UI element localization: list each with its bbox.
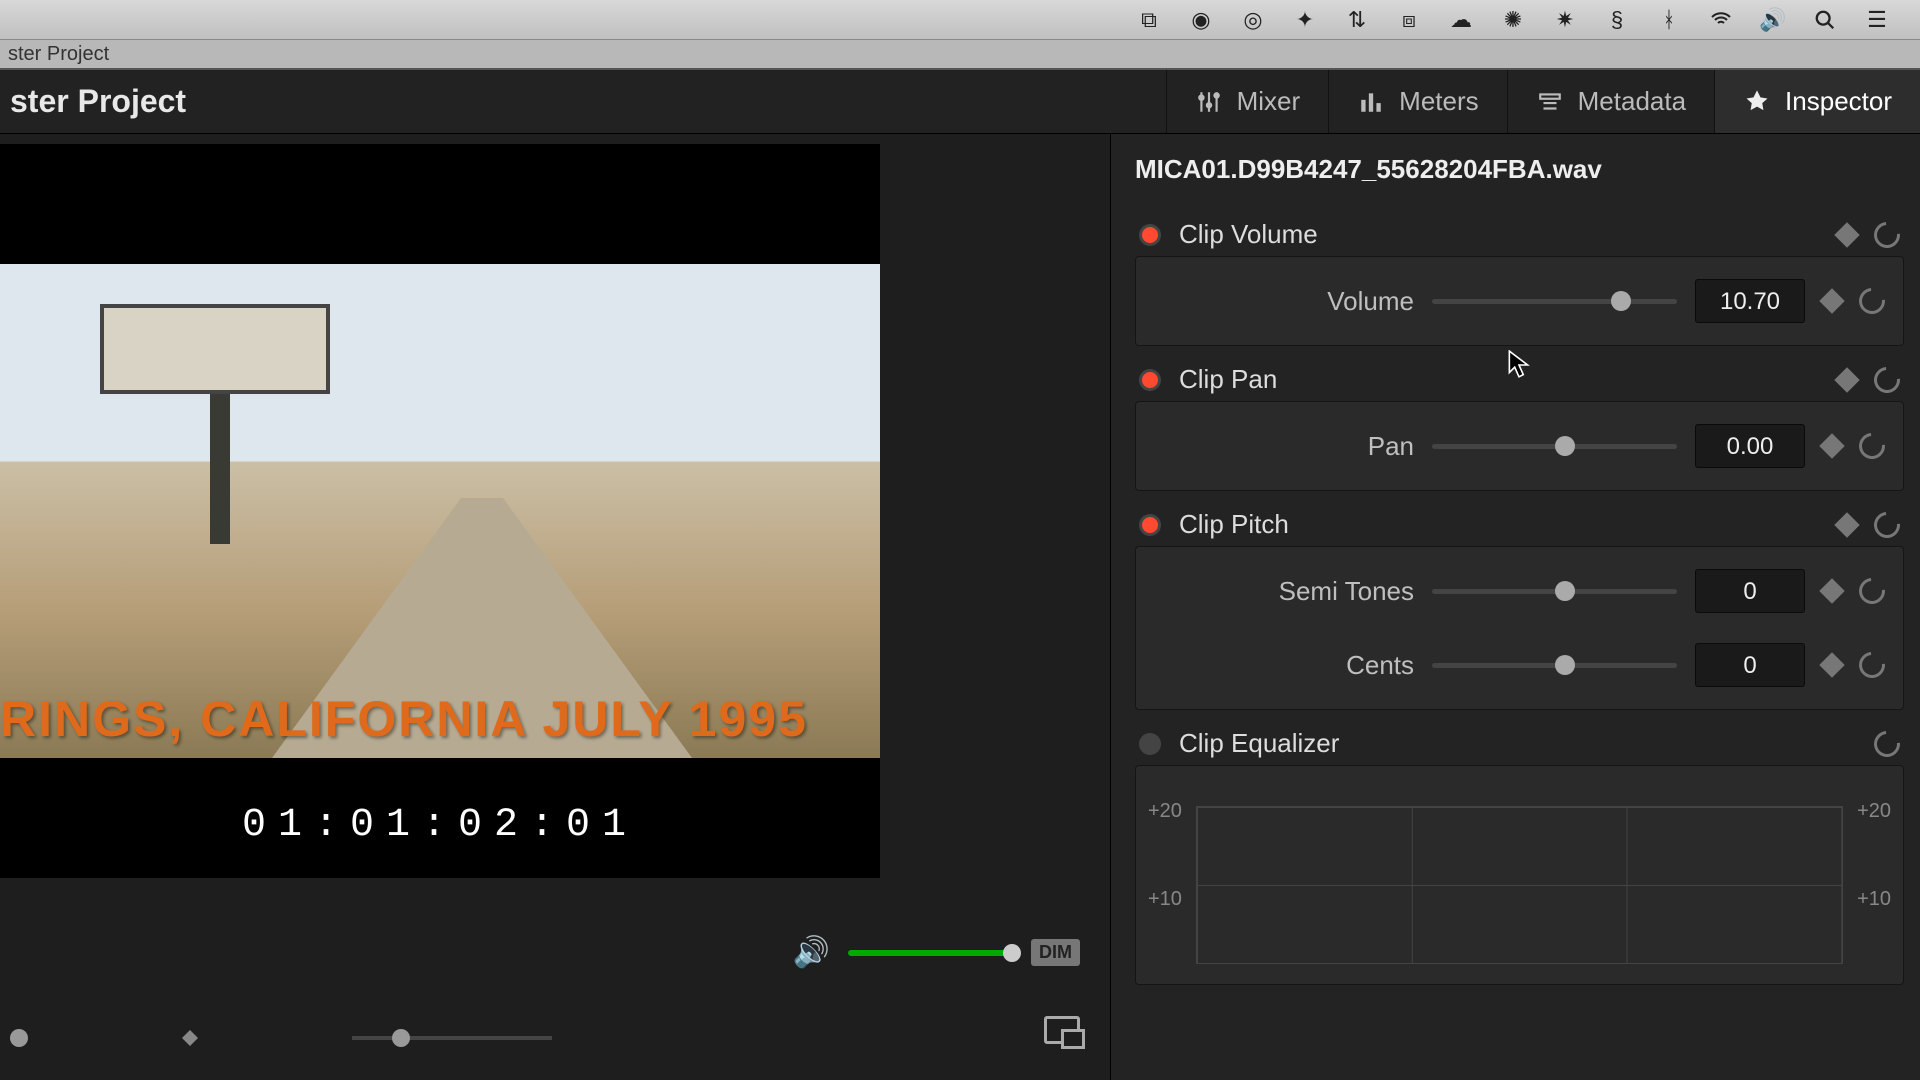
eq-label-p10-right: +10 (1857, 888, 1891, 911)
record-icon[interactable]: ⧉ (1136, 7, 1162, 33)
tab-mixer-label: Mixer (1237, 86, 1301, 117)
section-clip-equalizer: Clip Equalizer +20 +10 +20 +10 (1135, 722, 1904, 985)
volume-reset-icon[interactable] (1854, 283, 1891, 320)
section-clip-pan: Clip Pan Pan 0.00 (1135, 358, 1904, 491)
tab-metadata[interactable]: Metadata (1507, 70, 1714, 133)
clip-filename: MICA01.D99B4247_55628204FBA.wav (1135, 154, 1904, 185)
clip-volume-reset-icon[interactable] (1869, 216, 1906, 253)
semi-tones-slider[interactable] (1432, 589, 1677, 594)
tab-meters-label: Meters (1399, 86, 1478, 117)
pan-keyframe-icon[interactable] (1819, 433, 1844, 458)
script-icon[interactable]: § (1604, 7, 1630, 33)
tab-mixer[interactable]: Mixer (1166, 70, 1329, 133)
topbar-tabs: Mixer Meters Metadata Inspector (1166, 70, 1920, 133)
eq-label-p10-left: +10 (1148, 888, 1182, 911)
sliders-icon[interactable]: ⇅ (1344, 7, 1370, 33)
clip-volume-enable-toggle[interactable] (1139, 224, 1161, 246)
dropbox-icon[interactable]: ⧈ (1396, 7, 1422, 33)
timecode-display: 01:01:02:01 (0, 803, 880, 848)
window-title: ster Project (8, 43, 109, 66)
tab-metadata-label: Metadata (1578, 86, 1686, 117)
tab-inspector[interactable]: Inspector (1714, 70, 1920, 133)
window-titlebar: ster Project (0, 40, 1920, 70)
pan-slider[interactable] (1432, 444, 1677, 449)
section-clip-pitch: Clip Pitch Semi Tones 0 Cents 0 (1135, 503, 1904, 710)
project-title: ster Project (0, 83, 1166, 120)
speaker-icon[interactable]: 🔊 (793, 935, 830, 970)
cents-slider[interactable] (1432, 663, 1677, 668)
ladybug-icon[interactable]: ✺ (1500, 7, 1526, 33)
meters-icon (1357, 88, 1385, 116)
section-clip-volume: Clip Volume Volume 10.70 (1135, 213, 1904, 346)
param-semi-tones: Semi Tones 0 (1154, 569, 1885, 613)
cloud-upload-icon[interactable]: ☁ (1448, 7, 1474, 33)
menu-icon[interactable]: ☰ (1864, 7, 1890, 33)
pan-reset-icon[interactable] (1854, 428, 1891, 465)
zoom-slider[interactable] (352, 1036, 552, 1040)
app-topbar: ster Project Mixer Meters Metadata Inspe… (0, 70, 1920, 134)
timeline-zoom-controls (0, 1026, 1110, 1050)
volume-slider[interactable] (1432, 299, 1677, 304)
cents-label: Cents (1154, 650, 1414, 681)
compass-icon[interactable]: ✷ (1552, 7, 1578, 33)
clip-pitch-keyframe-icon[interactable] (1834, 512, 1859, 537)
workspace: RINGS, CALIFORNIA JULY 1995 01:01:02:01 … (0, 134, 1920, 1080)
clip-pitch-enable-toggle[interactable] (1139, 514, 1161, 536)
clip-pitch-reset-icon[interactable] (1869, 506, 1906, 543)
clip-pitch-title: Clip Pitch (1179, 509, 1289, 540)
param-pan: Pan 0.00 (1154, 424, 1885, 468)
clip-volume-keyframe-icon[interactable] (1834, 222, 1859, 247)
cents-keyframe-icon[interactable] (1819, 652, 1844, 677)
clip-pan-keyframe-icon[interactable] (1834, 367, 1859, 392)
video-frame: RINGS, CALIFORNIA JULY 1995 (0, 264, 880, 758)
volume-value[interactable]: 10.70 (1695, 279, 1805, 323)
inspector-panel: MICA01.D99B4247_55628204FBA.wav Clip Vol… (1110, 134, 1920, 1080)
bluetooth-icon[interactable]: ᚼ (1656, 7, 1682, 33)
clip-eq-reset-icon[interactable] (1869, 725, 1906, 762)
clip-pan-enable-toggle[interactable] (1139, 369, 1161, 391)
clip-volume-title: Clip Volume (1179, 219, 1318, 250)
tab-inspector-label: Inspector (1785, 86, 1892, 117)
viewer-pane: RINGS, CALIFORNIA JULY 1995 01:01:02:01 … (0, 134, 1110, 1080)
volume-label: Volume (1154, 286, 1414, 317)
pan-value[interactable]: 0.00 (1695, 424, 1805, 468)
volume-icon[interactable]: 🔊 (1760, 7, 1786, 33)
cents-value[interactable]: 0 (1695, 643, 1805, 687)
burned-caption: RINGS, CALIFORNIA JULY 1995 (0, 690, 808, 748)
inspector-icon (1743, 88, 1771, 116)
cents-reset-icon[interactable] (1854, 647, 1891, 684)
marker-nav-icon[interactable] (178, 1026, 202, 1050)
param-cents: Cents 0 (1154, 643, 1885, 687)
param-volume: Volume 10.70 (1154, 279, 1885, 323)
eq-label-p20-right: +20 (1857, 800, 1891, 823)
semi-tones-value[interactable]: 0 (1695, 569, 1805, 613)
zoom-knob-a[interactable] (10, 1029, 28, 1047)
video-viewer[interactable]: RINGS, CALIFORNIA JULY 1995 01:01:02:01 (0, 144, 880, 878)
finder-icon[interactable]: ◉ (1188, 7, 1214, 33)
clip-pan-reset-icon[interactable] (1869, 361, 1906, 398)
dim-button[interactable]: DIM (1031, 939, 1080, 966)
monitor-volume: 🔊 DIM (793, 935, 1080, 970)
volume-keyframe-icon[interactable] (1819, 288, 1844, 313)
eq-graph[interactable]: +20 +10 +20 +10 (1135, 765, 1904, 985)
clip-eq-title: Clip Equalizer (1179, 728, 1339, 759)
apps-icon[interactable]: ✦ (1292, 7, 1318, 33)
semi-tones-keyframe-icon[interactable] (1819, 578, 1844, 603)
monitor-volume-slider[interactable] (848, 950, 1013, 956)
clip-eq-enable-toggle[interactable] (1139, 733, 1161, 755)
tab-meters[interactable]: Meters (1328, 70, 1506, 133)
mixer-icon (1195, 88, 1223, 116)
wifi-icon[interactable] (1708, 7, 1734, 33)
clip-pan-title: Clip Pan (1179, 364, 1277, 395)
metadata-icon (1536, 88, 1564, 116)
semi-tones-label: Semi Tones (1154, 576, 1414, 607)
pan-label: Pan (1154, 431, 1414, 462)
search-icon[interactable] (1812, 7, 1838, 33)
mac-menubar: ⧉ ◉ ◎ ✦ ⇅ ⧈ ☁ ✺ ✷ § ᚼ 🔊 ☰ (0, 0, 1920, 40)
cc-icon[interactable]: ◎ (1240, 7, 1266, 33)
semi-tones-reset-icon[interactable] (1854, 573, 1891, 610)
eq-label-p20-left: +20 (1148, 800, 1182, 823)
